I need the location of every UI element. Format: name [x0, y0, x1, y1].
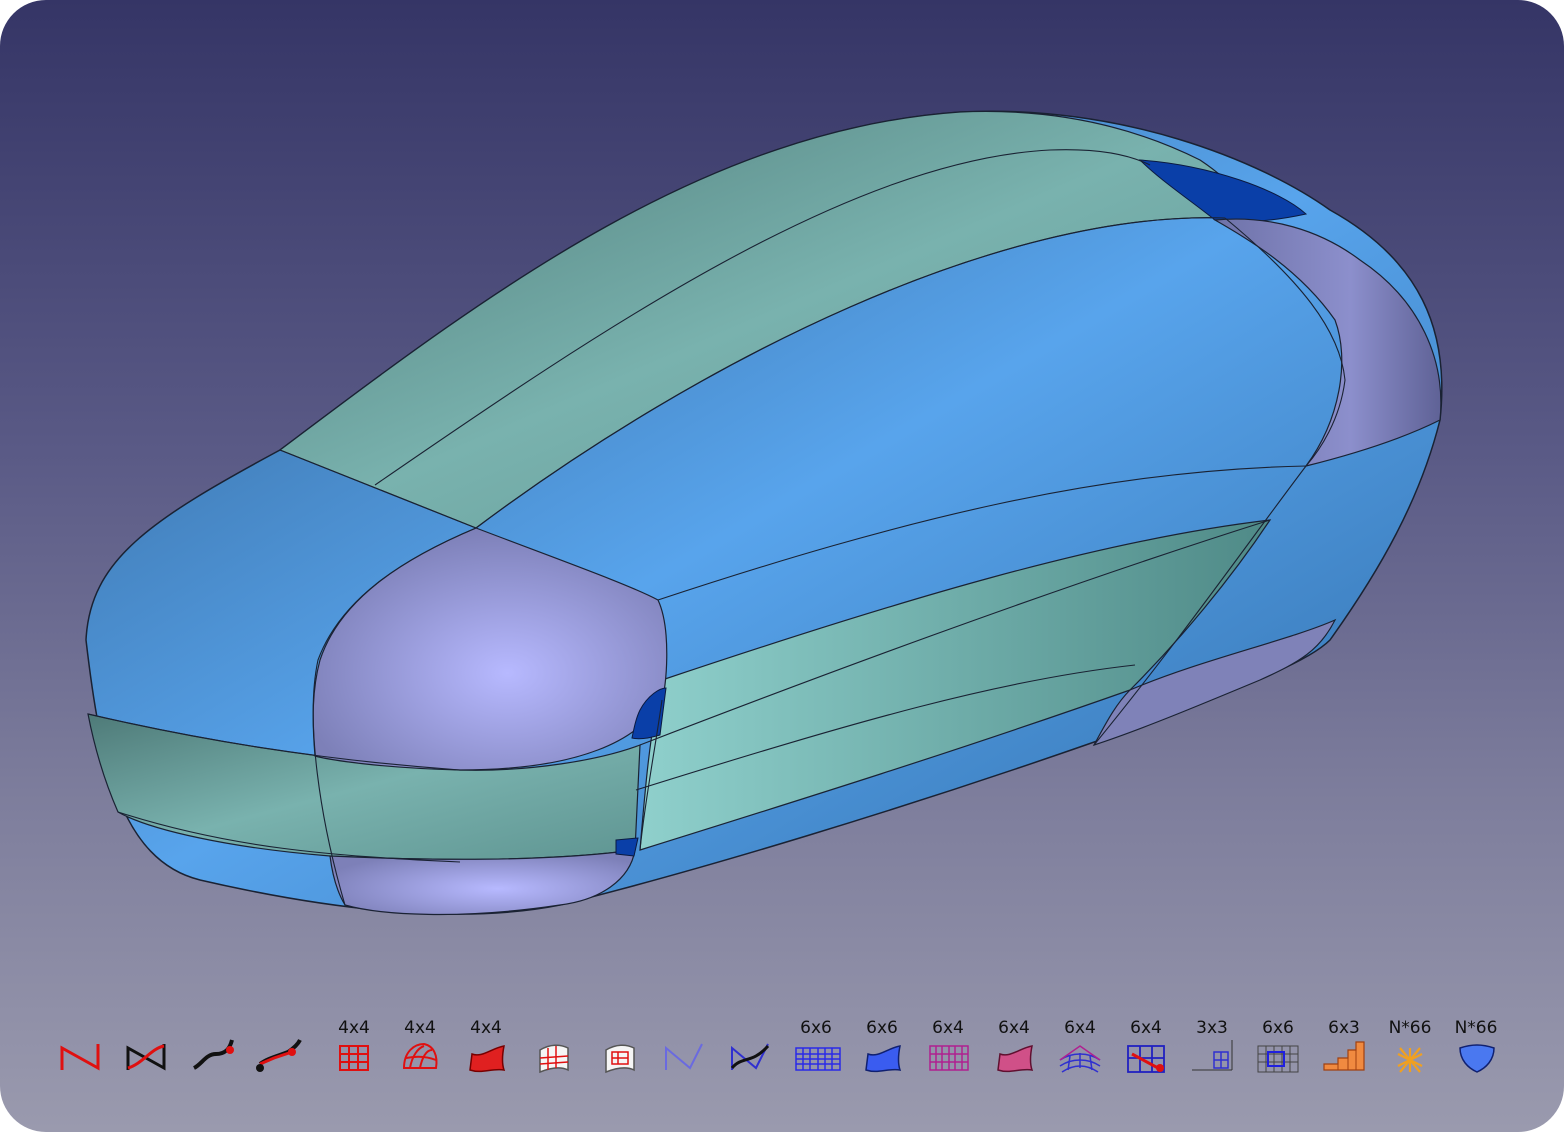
orange-stair-icon: [1323, 1041, 1365, 1071]
model-view[interactable]: [0, 0, 1564, 1132]
tool-grid-points[interactable]: 6x4: [1114, 1016, 1178, 1080]
tool-blue-shield[interactable]: N*66: [1444, 1016, 1508, 1080]
blue-surface-icon: [865, 1045, 902, 1073]
tool-white-surface[interactable]: [520, 1016, 584, 1080]
tool-blue-grid[interactable]: 6x6: [784, 1016, 848, 1080]
blue-shield-icon: [1459, 1044, 1495, 1073]
star-points-icon: [1397, 1047, 1423, 1073]
front-lower-face[interactable]: [329, 849, 636, 916]
tool-bspline-compare[interactable]: [114, 1016, 178, 1080]
grid-surface-icon: [339, 1045, 369, 1071]
tool-star-points[interactable]: N*66: [1378, 1016, 1442, 1080]
tool-red-surface[interactable]: 4x4: [454, 1016, 518, 1080]
dark-curve-icon: [730, 1043, 770, 1070]
pink-surface-icon: [997, 1045, 1034, 1073]
line-segment-icon: [60, 1044, 100, 1071]
tool-corner-grid[interactable]: 3x3: [1180, 1016, 1244, 1080]
sphere-patch-icon: [402, 1042, 438, 1069]
tool-dark-curve[interactable]: [718, 1016, 782, 1080]
curved-grid-icon: [1059, 1045, 1101, 1073]
blend-curve-points-icon: [256, 1039, 302, 1072]
tool-white-surface-2[interactable]: [586, 1016, 650, 1080]
tool-grid-surface[interactable]: 4x4: [322, 1016, 386, 1080]
door-patch-low[interactable]: [615, 837, 639, 857]
tool-thin-curve[interactable]: [652, 1016, 716, 1080]
split-grid-icon: [1257, 1045, 1299, 1073]
surface-toolbar: 4x4 4x4 4x4 6x6 6x6 6x4 6x4 6x4 6x4 3x3 …: [48, 1016, 1518, 1080]
tool-curved-grid[interactable]: 6x4: [1048, 1016, 1112, 1080]
tool-orange-stair[interactable]: 6x3: [1312, 1016, 1376, 1080]
white-surface-2-icon: [605, 1044, 635, 1074]
tool-line-segment[interactable]: [48, 1016, 112, 1080]
tool-sphere-patch[interactable]: 4x4: [388, 1016, 452, 1080]
corner-grid-icon: [1192, 1040, 1233, 1071]
tool-blend-curve[interactable]: [180, 1016, 244, 1080]
white-surface-icon: [539, 1044, 569, 1074]
tool-blend-curve-points[interactable]: [246, 1016, 310, 1080]
tool-blue-surface[interactable]: 6x6: [850, 1016, 914, 1080]
grid-points-icon: [1127, 1045, 1165, 1073]
3d-viewport[interactable]: 4x4 4x4 4x4 6x6 6x6 6x4 6x4 6x4 6x4 3x3 …: [0, 0, 1564, 1132]
blue-grid-icon: [795, 1047, 841, 1071]
tool-purple-grid[interactable]: 6x4: [916, 1016, 980, 1080]
red-surface-icon: [469, 1045, 506, 1073]
tool-pink-surface[interactable]: 6x4: [982, 1016, 1046, 1080]
purple-grid-icon: [929, 1045, 969, 1071]
tool-split-grid[interactable]: 6x6: [1246, 1016, 1310, 1080]
blend-curve-icon: [192, 1039, 234, 1070]
thin-curve-icon: [665, 1043, 703, 1070]
bspline-compare-icon: [126, 1044, 166, 1071]
